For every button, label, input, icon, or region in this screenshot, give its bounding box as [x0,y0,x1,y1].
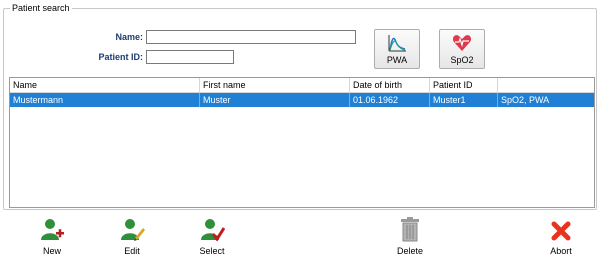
table-header: Name First name Date of birth Patient ID [10,78,594,93]
trash-icon [385,216,435,242]
spo2-button[interactable]: SpO2 [439,29,485,69]
new-label: New [42,246,61,256]
cell-tests: SpO2, PWA [501,95,550,105]
select-button[interactable]: Select [187,216,237,258]
cell-date-of-birth: 01.06.1962 [350,93,430,107]
patient-id-input[interactable] [146,50,234,64]
spo2-label: SpO2 [450,55,474,65]
column-header-tests[interactable] [498,78,594,92]
abort-label: Abort [550,246,572,256]
delete-button[interactable]: Delete [385,216,435,258]
column-header-date-of-birth[interactable]: Date of birth [350,78,430,92]
cell-patient-id: Muster1 [430,93,498,107]
patient-id-label: Patient ID: [98,52,143,62]
name-input[interactable] [146,30,356,44]
group-title: Patient search [10,3,72,14]
patient-table[interactable]: Name First name Date of birth Patient ID… [9,77,595,208]
heart-pulse-icon [440,33,484,53]
pwa-wave-icon [375,33,419,53]
edit-button[interactable]: Edit [107,216,157,258]
cell-name: Mustermann [10,93,200,107]
column-header-first-name[interactable]: First name [200,78,350,92]
name-label: Name: [115,32,143,42]
add-user-icon [27,216,77,242]
column-header-patient-id[interactable]: Patient ID [430,78,498,92]
delete-label: Delete [396,246,423,256]
column-header-name[interactable]: Name [10,78,200,92]
cell-first-name: Muster [200,93,350,107]
edit-user-icon [107,216,157,242]
pwa-button[interactable]: PWA [374,29,420,69]
abort-button[interactable]: Abort [536,216,586,258]
new-button[interactable]: New [27,216,77,258]
select-user-icon [187,216,237,242]
close-icon [536,216,586,242]
table-row[interactable]: Mustermann Muster 01.06.1962 Muster1 SpO… [10,93,594,107]
edit-label: Edit [124,246,140,256]
pwa-label: PWA [386,55,408,65]
select-label: Select [199,246,225,256]
